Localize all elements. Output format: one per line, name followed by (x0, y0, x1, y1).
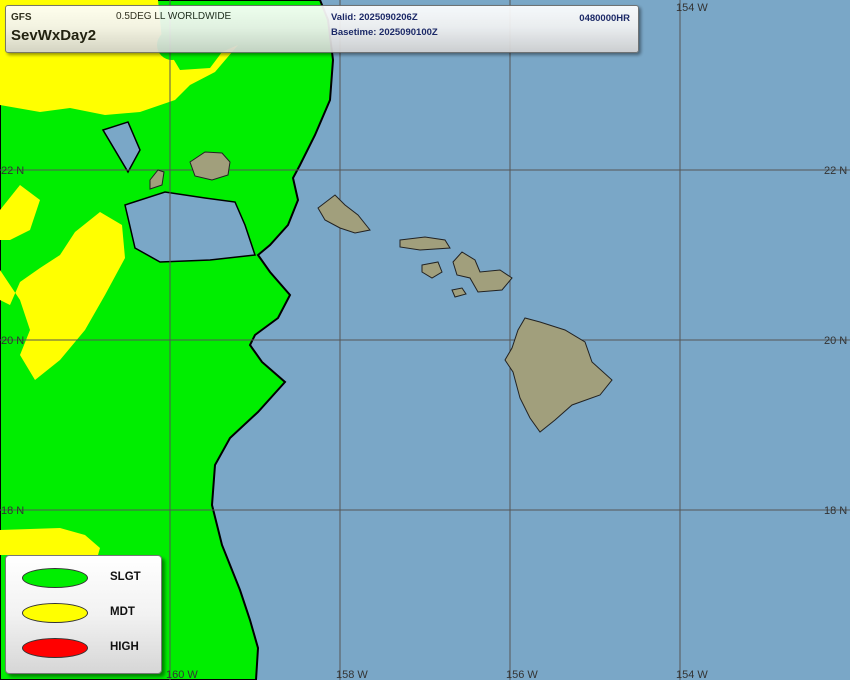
model-name: GFS (11, 12, 32, 23)
ocean-channel (124, 191, 257, 263)
lat-label-20-right: 20 N (824, 335, 847, 347)
legend-swatch-high (22, 638, 88, 658)
product-title: SevWxDay2 (11, 27, 97, 44)
legend-item-high: HIGH (6, 633, 161, 663)
legend-label-high: HIGH (110, 641, 139, 653)
legend-swatch-slgt (22, 568, 88, 588)
lat-label-18-left: 18 N (1, 505, 24, 517)
base-time: Basetime: 2025090100Z (331, 27, 438, 38)
forecast-hour: 0480000HR (579, 13, 630, 24)
legend-item-slgt: SLGT (6, 563, 161, 593)
header-panel: GFS 0.5DEG LL WORLDWIDE SevWxDay2 Valid:… (5, 5, 639, 53)
valid-time: Valid: 2025090206Z (331, 12, 418, 23)
legend-label-slgt: SLGT (110, 571, 141, 583)
lon-label-158-bottom: 158 W (336, 669, 368, 680)
lon-label-154-bottom: 154 W (676, 669, 708, 680)
lon-label-154-top: 154 W (676, 2, 708, 14)
lat-label-18-right: 18 N (824, 505, 847, 517)
lat-label-20-left: 20 N (1, 335, 24, 347)
legend-swatch-mdt (22, 603, 88, 623)
legend-item-mdt: MDT (6, 598, 161, 628)
lon-labels-top: 154 W (676, 2, 708, 14)
lat-label-22-right: 22 N (824, 165, 847, 177)
grid-name: 0.5DEG LL WORLDWIDE (116, 11, 232, 22)
lat-label-22-left: 22 N (1, 165, 24, 177)
lon-label-156-bottom: 156 W (506, 669, 538, 680)
legend-panel: SLGT MDT HIGH (5, 555, 162, 674)
legend-label-mdt: MDT (110, 606, 135, 618)
lon-label-160-bottom: 160 W (166, 669, 198, 680)
